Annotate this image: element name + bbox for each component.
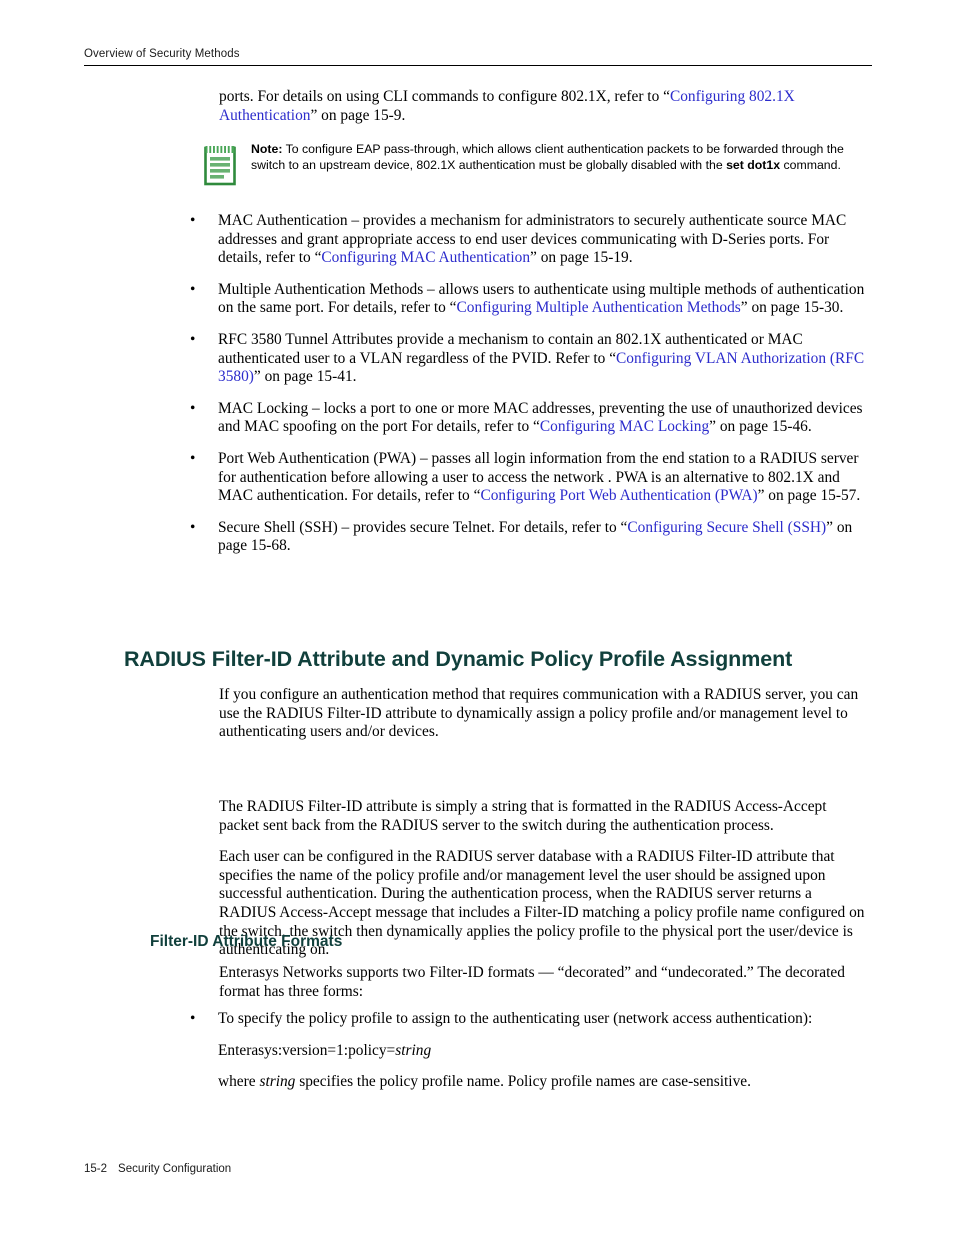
list-item-text: Port Web Authentication (PWA) – passes a… (218, 450, 876, 506)
list-item-text: MAC Authentication – provides a mechanis… (218, 212, 876, 268)
subsection-intro-paragraph: Enterasys Networks supports two Filter-I… (219, 964, 845, 1000)
format-variable: string (395, 1041, 432, 1059)
xref-configuring-mac-locking[interactable]: Configuring MAC Locking (540, 418, 709, 435)
running-header-title: Overview of Security Methods (84, 48, 240, 60)
running-header: Overview of Security Methods (84, 48, 872, 66)
list-item-text-after-link: ” on page 15-19. (530, 249, 633, 267)
list-item-text-after-link: ” on page 15-30. (740, 299, 844, 317)
bullet-marker: • (190, 330, 196, 348)
bullet-marker: • (190, 518, 196, 536)
xref-configuring-port-web-authentication-pwa[interactable]: Configuring Port Web Authentication (PWA… (480, 487, 757, 504)
list-item-text: To specify the policy profile to assign … (218, 1010, 813, 1027)
list-item: • MAC Locking – locks a port to one or m… (186, 400, 876, 437)
list-item-text-after-link: ” on page 15-41. (253, 368, 357, 386)
filter-id-format-note: where string specifies the policy profil… (186, 1073, 876, 1092)
list-item: • RFC 3580 Tunnel Attributes provide a m… (186, 331, 876, 387)
xref-configuring-mac-authentication[interactable]: Configuring MAC Authentication (321, 249, 530, 266)
list-item-text-before-link: Secure Shell (SSH) – provides secure Tel… (218, 518, 628, 536)
subsection-heading: Filter-ID Attribute Formats (150, 933, 343, 950)
bullet-marker: • (190, 449, 196, 467)
list-item: • Port Web Authentication (PWA) – passes… (186, 450, 876, 506)
list-item: • MAC Authentication – provides a mechan… (186, 212, 876, 268)
bullet-marker: • (190, 399, 196, 417)
section-heading: RADIUS Filter-ID Attribute and Dynamic P… (124, 647, 793, 671)
list-item-text: Multiple Authentication Methods – allows… (218, 281, 876, 318)
list-item-text-after-link: ” on page 15-46. (709, 418, 812, 436)
format-prefix: Enterasys:version=1:policy= (218, 1041, 396, 1059)
list-item-text: Secure Shell (SSH) – provides secure Tel… (218, 519, 876, 556)
list-item: • Secure Shell (SSH) – provides secure T… (186, 519, 876, 556)
bullet-marker: • (190, 212, 196, 229)
list-item-text: RFC 3580 Tunnel Attributes provide a mec… (218, 331, 876, 387)
intro-text-before-link: ports. For details on using CLI commands… (219, 88, 670, 105)
footer-chapter-title: Security Configuration (118, 1163, 232, 1175)
filter-id-format-example: Enterasys:version=1:policy=string (186, 1042, 876, 1061)
list-item-text-after-link: ” on page 15-57. (757, 487, 861, 505)
filter-id-format-list: • To specify the policy profile to assig… (186, 1010, 876, 1105)
intro-paragraph-block: ports. For details on using CLI commands… (219, 88, 869, 138)
xref-configuring-secure-shell-ssh[interactable]: Configuring Secure Shell (SSH) (627, 519, 826, 536)
intro-paragraph: ports. For details on using CLI commands… (219, 88, 869, 125)
bullet-marker: • (190, 280, 196, 298)
note-text-part-2: command. (780, 157, 841, 172)
notepad-icon (203, 144, 237, 186)
bullet-marker: • (190, 1010, 196, 1027)
note-text: Note: To configure EAP pass-through, whi… (251, 142, 871, 173)
note-command: set dot1x (726, 157, 781, 172)
section-paragraph: If you configure an authentication metho… (219, 686, 859, 741)
note-label: Note: (251, 142, 283, 156)
section-paragraph-block-1: If you configure an authentication metho… (219, 686, 869, 755)
note-block: Note: To configure EAP pass-through, whi… (203, 142, 871, 186)
format-note-variable: string (259, 1073, 296, 1091)
document-page: Overview of Security Methods ports. For … (0, 0, 954, 1235)
page-footer: 15-2 Security Configuration (84, 1163, 231, 1175)
list-item-text: MAC Locking – locks a port to one or mor… (218, 400, 876, 437)
footer-page-number: 15-2 (84, 1163, 108, 1175)
subsection-intro-block: Enterasys Networks supports two Filter-I… (219, 964, 869, 1014)
list-item: • Multiple Authentication Methods – allo… (186, 281, 876, 318)
list-item: • To specify the policy profile to assig… (186, 1010, 876, 1029)
format-note-before: where (218, 1073, 260, 1091)
security-methods-list: • MAC Authentication – provides a mechan… (186, 212, 876, 569)
header-rule (84, 65, 872, 66)
xref-configuring-multiple-authentication-methods[interactable]: Configuring Multiple Authentication Meth… (456, 299, 740, 316)
intro-text-after-link: ” on page 15-9. (310, 106, 406, 124)
format-note-after: specifies the policy profile name. Polic… (295, 1073, 751, 1091)
section-paragraph: The RADIUS Filter-ID attribute is simply… (219, 798, 827, 834)
